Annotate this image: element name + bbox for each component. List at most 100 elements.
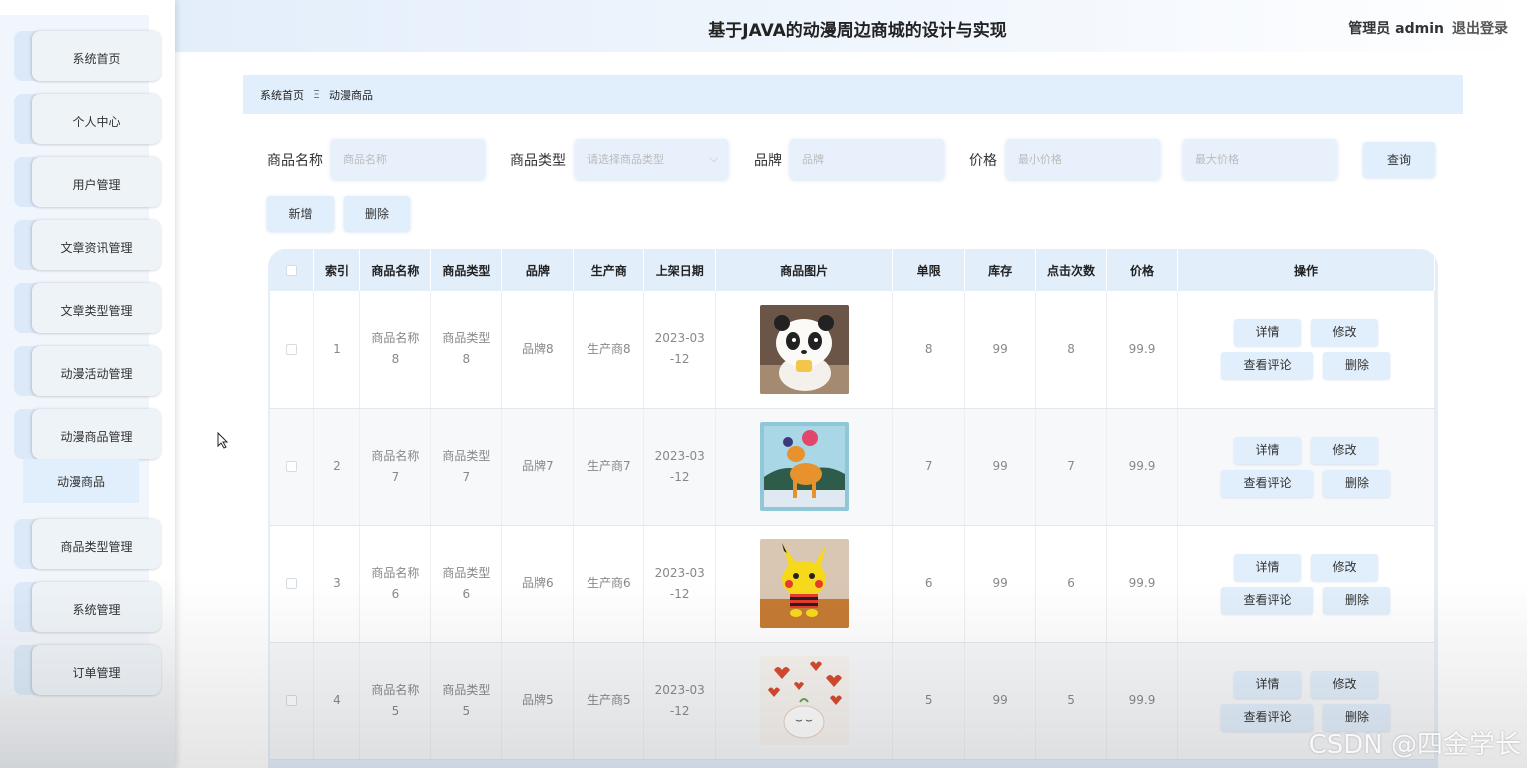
cell-actions: 详情 修改 查看评论 删除: [1177, 525, 1436, 643]
cell-type-line2: 8: [462, 352, 471, 367]
view-comments-button[interactable]: 查看评论: [1221, 352, 1314, 380]
row-checkbox[interactable]: [286, 461, 298, 472]
sidebar-item-orders[interactable]: 订单管理: [14, 645, 161, 695]
select-all-header: [270, 249, 315, 291]
watermark: CSDN @四金学长: [1308, 730, 1521, 760]
panda-plush-image: [759, 304, 849, 394]
view-comments-button[interactable]: 查看评论: [1221, 703, 1314, 731]
col-image: 商品图片: [715, 249, 894, 291]
edit-button[interactable]: 修改: [1310, 436, 1378, 464]
detail-button[interactable]: 详情: [1233, 319, 1301, 347]
add-button[interactable]: 新增: [267, 196, 334, 231]
row-checkbox[interactable]: [286, 578, 298, 589]
sidebar: 系统首页 个人中心 用户管理 文章资讯管理 文章类型管理 动漫活动管理 动漫商品…: [0, 0, 175, 768]
cell-name-line1: 商品名称: [371, 331, 420, 346]
cell-date-line2: -12: [669, 586, 690, 601]
sidebar-item-goods[interactable]: 动漫商品管理: [14, 409, 161, 459]
sidebar-item-profile[interactable]: 个人中心: [14, 94, 161, 144]
cell-maker: 生产商6: [573, 525, 645, 643]
cell-name-line1: 商品名称: [371, 448, 420, 463]
cell-name: 商品名称 8: [359, 291, 432, 409]
type-select-placeholder: 请选择商品类型: [587, 153, 664, 166]
sidebar-item-articles[interactable]: 文章资讯管理: [14, 220, 161, 270]
cell-date: 2023-03 -12: [643, 291, 717, 409]
cell-index: 1: [313, 291, 361, 409]
cell-name-line2: 6: [391, 586, 400, 601]
cell-date: 2023-03 -12: [643, 525, 717, 643]
cell-limit: 8: [892, 291, 966, 409]
logout-link[interactable]: 退出登录: [1452, 21, 1508, 37]
cell-name-line1: 商品名称: [371, 565, 420, 580]
delete-button[interactable]: 删除: [1323, 352, 1391, 380]
cell-index: 3: [313, 525, 361, 643]
col-brand: 品牌: [501, 249, 575, 291]
sidebar-item-article-types[interactable]: 文章类型管理: [14, 283, 161, 333]
user-area: 管理员 admin 退出登录: [1348, 18, 1508, 38]
bulk-delete-button[interactable]: 删除: [344, 196, 410, 231]
delete-button[interactable]: 删除: [1323, 586, 1391, 614]
row-select-cell: [270, 408, 315, 526]
cell-stock: 99: [964, 525, 1037, 643]
cell-image: [715, 642, 894, 760]
detail-button[interactable]: 详情: [1233, 670, 1301, 698]
cell-date-line1: 2023-03: [654, 448, 705, 463]
hearts-doodle-image: [759, 656, 849, 745]
edit-button[interactable]: 修改: [1310, 553, 1378, 581]
cell-price: 99.9: [1106, 642, 1178, 760]
name-label: 商品名称: [267, 153, 323, 169]
type-select[interactable]: 请选择商品类型 ⌵: [575, 139, 728, 179]
cell-brand: 品牌6: [501, 525, 575, 643]
breadcrumb-home[interactable]: 系统首页: [260, 87, 304, 103]
cell-type-line1: 商品类型: [442, 682, 491, 697]
cell-type: 商品类型 6: [430, 525, 503, 643]
sidebar-item-system[interactable]: 系统管理: [14, 582, 161, 632]
table-row: 1 商品名称 8 商品类型 8 品牌8 生产商8 2023-03 -12 8 9…: [270, 291, 1436, 409]
cell-index: 4: [313, 642, 361, 760]
cell-stock: 99: [964, 408, 1037, 526]
sidebar-item-goods-types[interactable]: 商品类型管理: [14, 519, 161, 569]
cell-actions: 详情 修改 查看评论 删除: [1177, 291, 1436, 409]
sidebar-item-users[interactable]: 用户管理: [14, 157, 161, 207]
detail-button[interactable]: 详情: [1233, 436, 1301, 464]
query-button[interactable]: 查询: [1363, 142, 1435, 177]
view-comments-button[interactable]: 查看评论: [1221, 586, 1314, 614]
cell-type-line1: 商品类型: [442, 448, 491, 463]
name-input[interactable]: 商品名称: [331, 139, 485, 179]
col-maker: 生产商: [573, 249, 645, 291]
col-index: 索引: [313, 249, 361, 291]
min-price-input[interactable]: 最小价格: [1006, 139, 1160, 179]
row-select-cell: [270, 525, 315, 643]
cell-clicks: 8: [1035, 291, 1108, 409]
delete-button[interactable]: 删除: [1323, 469, 1391, 497]
edit-button[interactable]: 修改: [1310, 319, 1378, 347]
cell-price: 99.9: [1106, 408, 1178, 526]
type-label: 商品类型: [510, 153, 566, 169]
row-checkbox[interactable]: [286, 695, 298, 706]
chevron-down-icon: ⌵: [709, 152, 718, 165]
cell-date-line2: -12: [669, 469, 690, 484]
brand-input[interactable]: 品牌: [790, 139, 944, 179]
cell-date-line2: -12: [669, 352, 690, 367]
cell-type-line2: 7: [462, 469, 471, 484]
top-header: 基于JAVA的动漫周边商城的设计与实现 管理员 admin 退出登录: [175, 0, 1527, 52]
row-checkbox[interactable]: [286, 343, 298, 355]
cell-type: 商品类型 7: [430, 408, 503, 526]
edit-button[interactable]: 修改: [1310, 670, 1378, 698]
col-actions: 操作: [1177, 249, 1436, 291]
cell-maker: 生产商8: [573, 291, 645, 409]
page-title: 基于JAVA的动漫周边商城的设计与实现: [708, 21, 1007, 41]
sidebar-item-events[interactable]: 动漫活动管理: [14, 346, 161, 396]
cell-type: 商品类型 5: [430, 642, 503, 760]
select-all-checkbox[interactable]: [286, 265, 298, 276]
detail-button[interactable]: 详情: [1233, 553, 1301, 581]
view-comments-button[interactable]: 查看评论: [1221, 469, 1314, 497]
price-label: 价格: [969, 153, 997, 169]
sidebar-item-home[interactable]: 系统首页: [14, 31, 161, 81]
max-price-input[interactable]: 最大价格: [1183, 139, 1337, 179]
breadcrumb-current: 动漫商品: [328, 88, 373, 102]
user-label: 管理员 admin: [1348, 21, 1444, 37]
cell-limit: 5: [892, 642, 966, 760]
sidebar-subitem-goods[interactable]: 动漫商品: [23, 459, 139, 503]
cell-name-line2: 7: [391, 469, 400, 484]
cell-date: 2023-03 -12: [643, 408, 717, 526]
